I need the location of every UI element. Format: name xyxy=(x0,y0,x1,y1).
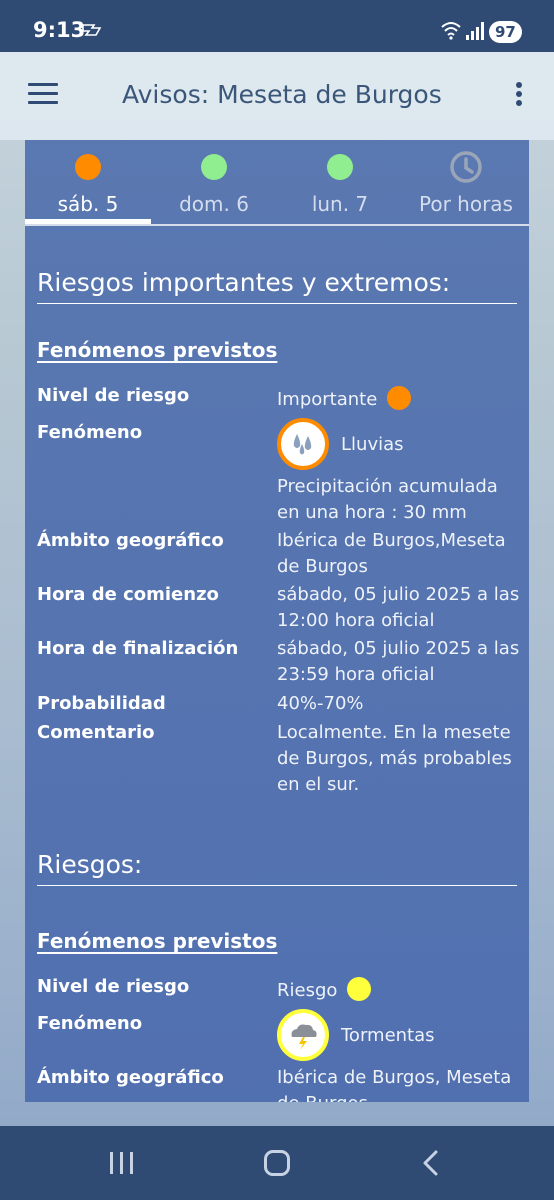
level-dot-domingo xyxy=(201,154,227,180)
nivel-riesgo-text-2: Riesgo xyxy=(277,980,338,1001)
tab-por-horas[interactable]: Por horas xyxy=(403,140,529,226)
label-hora-comienzo: Hora de comienzo xyxy=(37,584,219,605)
tab-label: sáb. 5 xyxy=(57,192,119,216)
label-probabilidad: Probabilidad xyxy=(37,693,166,714)
label-comentario: Comentario xyxy=(37,722,155,743)
tab-label: lun. 7 xyxy=(311,192,369,216)
fenomeno-name-2: Tormentas xyxy=(341,1025,435,1046)
subtitle-fenomenos: Fenómenos previstos xyxy=(37,338,278,362)
value-nivel-riesgo-2: Riesgo xyxy=(277,977,522,1004)
label-ambito: Ámbito geográfico xyxy=(37,530,224,551)
day-tabs: sáb. 5 dom. 6 lun. 7 Por horas xyxy=(25,140,529,226)
wifi-icon xyxy=(441,22,461,40)
clock-icon xyxy=(450,151,482,183)
subtitle-fenomenos-2: Fenómenos previstos xyxy=(37,929,278,953)
hamburger-menu-icon[interactable] xyxy=(28,83,58,105)
section-title-riesgos: Riesgos: xyxy=(37,850,517,886)
tab-label: Por horas xyxy=(419,192,513,216)
signal-icon xyxy=(466,22,484,40)
status-time: 9:13 xyxy=(33,18,86,42)
storm-cloud-icon xyxy=(277,1009,329,1061)
fenomeno-detail: Precipitación acumulada en una hora : 30… xyxy=(277,476,498,523)
value-ambito: Ibérica de Burgos,Meseta de Burgos xyxy=(277,530,506,577)
nivel-riesgo-text: Importante xyxy=(277,389,378,410)
app-bar: Avisos: Meseta de Burgos xyxy=(0,52,554,140)
label-fenomeno: Fenómeno xyxy=(37,422,143,443)
back-icon[interactable] xyxy=(420,1150,442,1176)
level-dot-sabado xyxy=(75,154,101,180)
label-fenomeno-2: Fenómeno xyxy=(37,1013,143,1034)
tab-domingo[interactable]: dom. 6 xyxy=(151,140,277,226)
tab-sabado[interactable]: sáb. 5 xyxy=(25,140,151,226)
label-nivel-riesgo-2: Nivel de riesgo xyxy=(37,976,190,997)
more-vert-icon[interactable] xyxy=(514,82,524,110)
label-hora-fin: Hora de finalización xyxy=(37,638,239,659)
fenomeno-name: Lluvias xyxy=(341,434,404,455)
warnings-panel: sáb. 5 dom. 6 lun. 7 Por horas Riesgos i… xyxy=(25,140,529,1102)
level-dot-important xyxy=(387,386,412,410)
value-hora-comienzo: sábado, 05 julio 2025 a las 12:00 hora o… xyxy=(277,584,520,631)
rain-drops-icon xyxy=(277,418,329,470)
status-bar: 9:13 97 xyxy=(0,0,554,52)
value-nivel-riesgo: Importante xyxy=(277,386,522,413)
value-ambito-2: Ibérica de Burgos, Meseta de Burgos xyxy=(277,1067,512,1102)
recents-icon[interactable] xyxy=(110,1152,134,1174)
notification-app-icon xyxy=(82,24,102,36)
level-dot-riesgo xyxy=(347,977,372,1001)
label-ambito-2: Ámbito geográfico xyxy=(37,1067,224,1088)
tab-lunes[interactable]: lun. 7 xyxy=(277,140,403,226)
value-hora-fin: sábado, 05 julio 2025 a las 23:59 hora o… xyxy=(277,638,520,685)
tab-label: dom. 6 xyxy=(179,192,249,216)
value-probabilidad: 40%-70% xyxy=(277,693,364,714)
section-title-important: Riesgos importantes y extremos: xyxy=(37,268,517,304)
battery-indicator: 97 xyxy=(489,21,522,43)
active-tab-indicator xyxy=(25,219,151,224)
page-title: Avisos: Meseta de Burgos xyxy=(122,80,442,109)
home-icon[interactable] xyxy=(264,1150,290,1176)
level-dot-lunes xyxy=(327,154,353,180)
label-nivel-riesgo: Nivel de riesgo xyxy=(37,385,190,406)
system-nav-bar xyxy=(0,1126,554,1200)
value-comentario: Localmente. En la mesete de Burgos, más … xyxy=(277,722,512,795)
